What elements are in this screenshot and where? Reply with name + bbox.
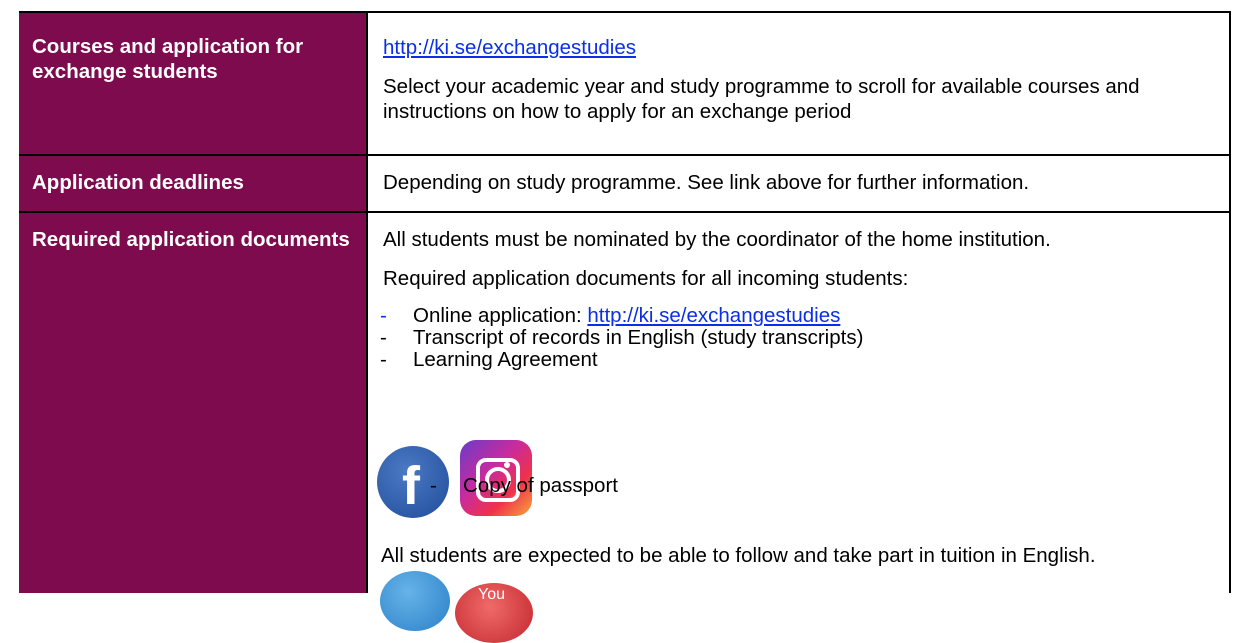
online-application-link[interactable]: http://ki.se/exchangestudies (587, 304, 840, 327)
list-dash: - (430, 474, 437, 497)
list-item-text: Transcript of records in English (study … (413, 326, 864, 349)
english-requirement-text: All students are expected to be able to … (381, 544, 1096, 567)
list-dash: - (380, 348, 387, 371)
row-label: Application deadlines (32, 171, 244, 194)
list-item: - Learning Agreement (368, 349, 1229, 371)
row-label-cell: Required application documents (19, 211, 367, 593)
passport-item: - Copy of passport (430, 473, 618, 498)
row-label-cell: Courses and application for exchange stu… (19, 11, 367, 156)
row-content-cell: http://ki.se/exchangestudies Select your… (366, 11, 1231, 156)
row-description: Select your academic year and study prog… (383, 75, 1140, 123)
list-dash: - (380, 326, 387, 349)
row-description: Depending on study programme. See link a… (383, 171, 1030, 194)
row-content-cell: Depending on study programme. See link a… (366, 154, 1231, 213)
list-item-text: Copy of passport (463, 474, 618, 497)
exchange-studies-link[interactable]: http://ki.se/exchangestudies (383, 36, 636, 59)
documents-intro: Required application documents for all i… (383, 267, 909, 290)
row-content-cell: All students must be nominated by the co… (366, 211, 1231, 593)
youtube-icon[interactable]: You (455, 583, 533, 643)
table-row: Application deadlines Depending on study… (19, 154, 1231, 213)
info-table: Courses and application for exchange stu… (19, 11, 1231, 593)
list-item-text: Online application: (413, 304, 588, 327)
nomination-text: All students must be nominated by the co… (383, 228, 1051, 251)
facebook-icon[interactable]: f (377, 446, 449, 518)
row-label: Required application documents (32, 228, 350, 251)
list-item: - Transcript of records in English (stud… (368, 327, 1229, 349)
table-row: Required application documents All stude… (19, 211, 1231, 593)
row-label-cell: Application deadlines (19, 154, 367, 213)
list-dash: - (380, 304, 387, 327)
list-item-text: Learning Agreement (413, 348, 598, 371)
info-table-container: Courses and application for exchange stu… (19, 11, 1231, 593)
table-row: Courses and application for exchange stu… (19, 11, 1231, 156)
row-label: Courses and application for exchange stu… (32, 35, 304, 83)
documents-list: - Online application: http://ki.se/excha… (368, 305, 1229, 371)
twitter-icon[interactable] (380, 571, 450, 631)
list-item: - Online application: http://ki.se/excha… (368, 305, 1229, 327)
